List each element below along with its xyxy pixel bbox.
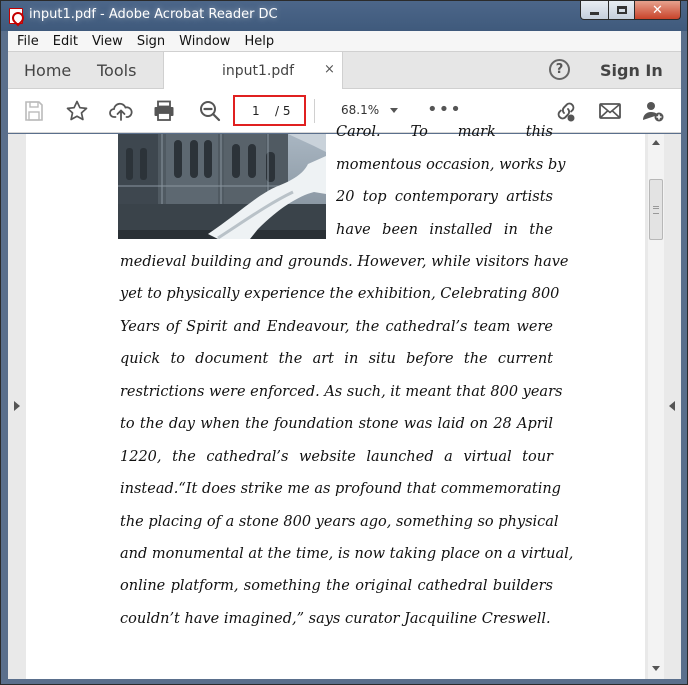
minimize-button[interactable] — [580, 1, 609, 20]
title-bar: input1.pdf - Adobe Acrobat Reader DC ✕ — [1, 1, 687, 31]
text-line: Years of Spirit and Endeavour, the cathe… — [120, 319, 553, 335]
text-line: quick to document the art in situ before… — [120, 351, 553, 367]
sign-in-button[interactable]: Sign In — [600, 61, 663, 80]
help-icon[interactable]: ? — [549, 59, 570, 80]
wrap-line: 20 top contemporary artists — [336, 189, 553, 205]
print-icon[interactable] — [152, 99, 176, 123]
menu-bar: File Edit View Sign Window Help — [8, 31, 681, 51]
zoom-level-value[interactable]: 68.1% — [341, 103, 379, 117]
maximize-icon — [616, 6, 627, 14]
close-button[interactable]: ✕ — [634, 1, 681, 20]
text-line: to the day when the foundation stone was… — [120, 416, 553, 432]
email-icon[interactable] — [598, 99, 622, 123]
menu-sign[interactable]: Sign — [130, 34, 172, 49]
share-link-icon[interactable] — [554, 99, 578, 123]
menu-edit[interactable]: Edit — [46, 34, 85, 49]
cathedral-photo — [118, 134, 326, 239]
tab-bar: Home Tools input1.pdf × ? Sign In — [8, 51, 681, 90]
menu-help[interactable]: Help — [237, 34, 281, 49]
maximize-button[interactable] — [608, 1, 635, 20]
text-line: 1220, the cathedral’s website launched a… — [120, 449, 553, 465]
scroll-up-icon[interactable] — [652, 140, 660, 145]
tab-document[interactable]: input1.pdf × — [163, 52, 343, 90]
tab-home[interactable]: Home — [24, 61, 71, 80]
tab-document-label: input1.pdf — [222, 63, 295, 79]
tab-close-icon[interactable]: × — [324, 62, 335, 77]
expand-left-panel-icon[interactable] — [14, 401, 20, 411]
text-line: yet to physically experience the exhibit… — [120, 286, 560, 302]
document-viewport: Carol. To mark this momentous occasion, … — [8, 124, 681, 679]
chevron-down-icon[interactable] — [390, 108, 398, 113]
text-line: online platform, something the original … — [120, 578, 553, 594]
menu-file[interactable]: File — [10, 34, 46, 49]
text-line: the placing of a stone 800 years ago, so… — [120, 514, 559, 530]
text-line: couldn’t have imagined,” says curator Ja… — [120, 611, 551, 627]
app-window: input1.pdf - Adobe Acrobat Reader DC ✕ F… — [0, 0, 688, 685]
left-panel-gutter — [8, 134, 26, 679]
zoom-out-icon[interactable] — [198, 99, 222, 123]
text-line: medieval building and grounds. However, … — [120, 254, 569, 270]
page-current-value[interactable]: 1 — [252, 104, 260, 118]
wrap-line: Carol. To mark this — [336, 124, 553, 140]
minimize-icon — [590, 11, 599, 15]
bookmark-star-icon[interactable] — [65, 99, 89, 123]
right-panel-gutter — [645, 134, 681, 679]
scroll-down-icon[interactable] — [652, 666, 660, 671]
vertical-scrollbar[interactable] — [648, 134, 664, 679]
text-line: and monumental at the time, is now takin… — [120, 546, 574, 562]
toolbar-divider — [314, 99, 315, 123]
menu-view[interactable]: View — [85, 34, 130, 49]
upload-cloud-icon[interactable] — [109, 99, 133, 123]
page-number-input[interactable]: 1 / 5 — [233, 95, 306, 126]
close-icon: ✕ — [652, 2, 663, 18]
text-line: instead.“It does strike me as profound t… — [120, 481, 561, 497]
tab-tools[interactable]: Tools — [97, 61, 136, 80]
expand-right-panel-icon[interactable] — [669, 401, 675, 411]
pdf-page: Carol. To mark this momentous occasion, … — [26, 124, 645, 679]
wrap-line: have been installed in the — [336, 222, 553, 238]
window-title: input1.pdf - Adobe Acrobat Reader DC — [29, 7, 278, 22]
wrap-line: momentous occasion, works by — [336, 157, 566, 173]
acrobat-app-icon — [9, 8, 23, 24]
menu-window[interactable]: Window — [172, 34, 237, 49]
more-tools-button[interactable]: ••• — [427, 99, 462, 120]
add-person-icon[interactable] — [641, 99, 665, 123]
text-line: restrictions were enforced. As such, it … — [120, 384, 563, 400]
save-icon[interactable] — [22, 99, 46, 123]
page-total-label: / 5 — [275, 104, 291, 118]
scrollbar-thumb[interactable] — [649, 179, 663, 240]
